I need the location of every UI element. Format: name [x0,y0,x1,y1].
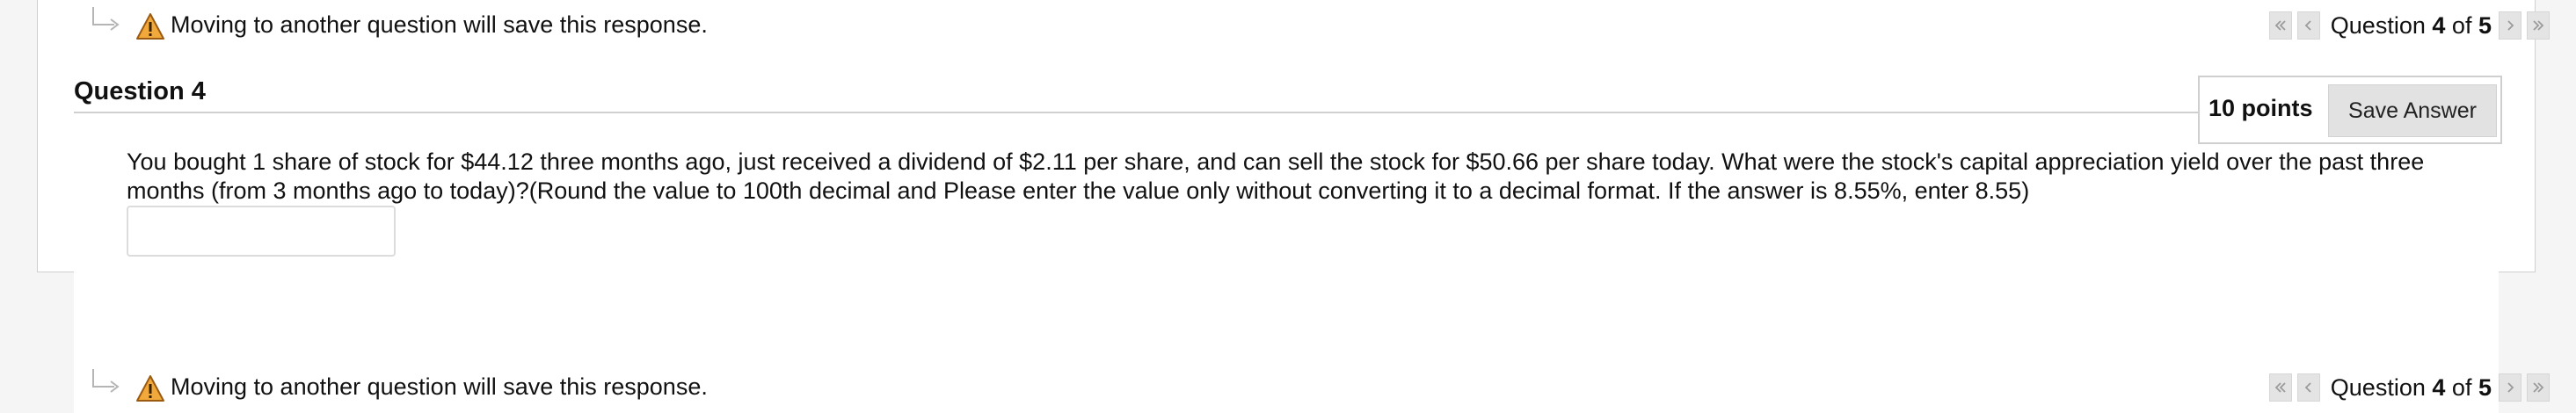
warning-triangle-icon [135,12,165,40]
double-chevron-right-icon [2533,382,2544,393]
question-counter: Question 4 of 5 [2330,373,2492,401]
last-question-button[interactable] [2527,11,2550,40]
question-navigator: Question 4 of 5 [2268,9,2550,42]
chevron-left-icon [2304,382,2311,393]
indent-arrow-icon [88,367,123,399]
double-chevron-right-icon [2533,20,2544,31]
question-panel [74,0,2499,413]
answer-input[interactable] [127,206,396,257]
save-warning-text: Moving to another question will save thi… [171,11,708,38]
first-question-button[interactable] [2268,11,2292,40]
chevron-right-icon [2507,382,2514,393]
question-navigator: Question 4 of 5 [2268,371,2550,404]
points-label: 10 points [2209,95,2313,121]
first-question-button[interactable] [2268,373,2292,402]
question-divider [74,112,2201,113]
next-question-button[interactable] [2499,373,2521,402]
indent-arrow-icon [88,5,123,37]
save-answer-button[interactable]: Save Answer [2328,84,2497,137]
question-counter: Question 4 of 5 [2330,11,2492,39]
top-nav-row: Moving to another question will save thi… [0,2,2576,46]
question-title: Question 4 [74,77,206,105]
previous-question-button[interactable] [2296,373,2320,402]
previous-question-button[interactable] [2296,11,2320,40]
double-chevron-left-icon [2274,20,2286,31]
next-question-button[interactable] [2499,11,2521,40]
question-text: You bought 1 share of stock for $44.12 t… [127,149,2425,204]
points-box: 10 points Save Answer [2198,76,2502,144]
bottom-nav-row: Moving to another question will save thi… [0,364,2576,408]
chevron-left-icon [2304,20,2311,31]
chevron-right-icon [2507,20,2514,31]
last-question-button[interactable] [2527,373,2550,402]
double-chevron-left-icon [2274,382,2286,393]
warning-triangle-icon [135,374,165,402]
save-warning-text: Moving to another question will save thi… [171,373,708,400]
